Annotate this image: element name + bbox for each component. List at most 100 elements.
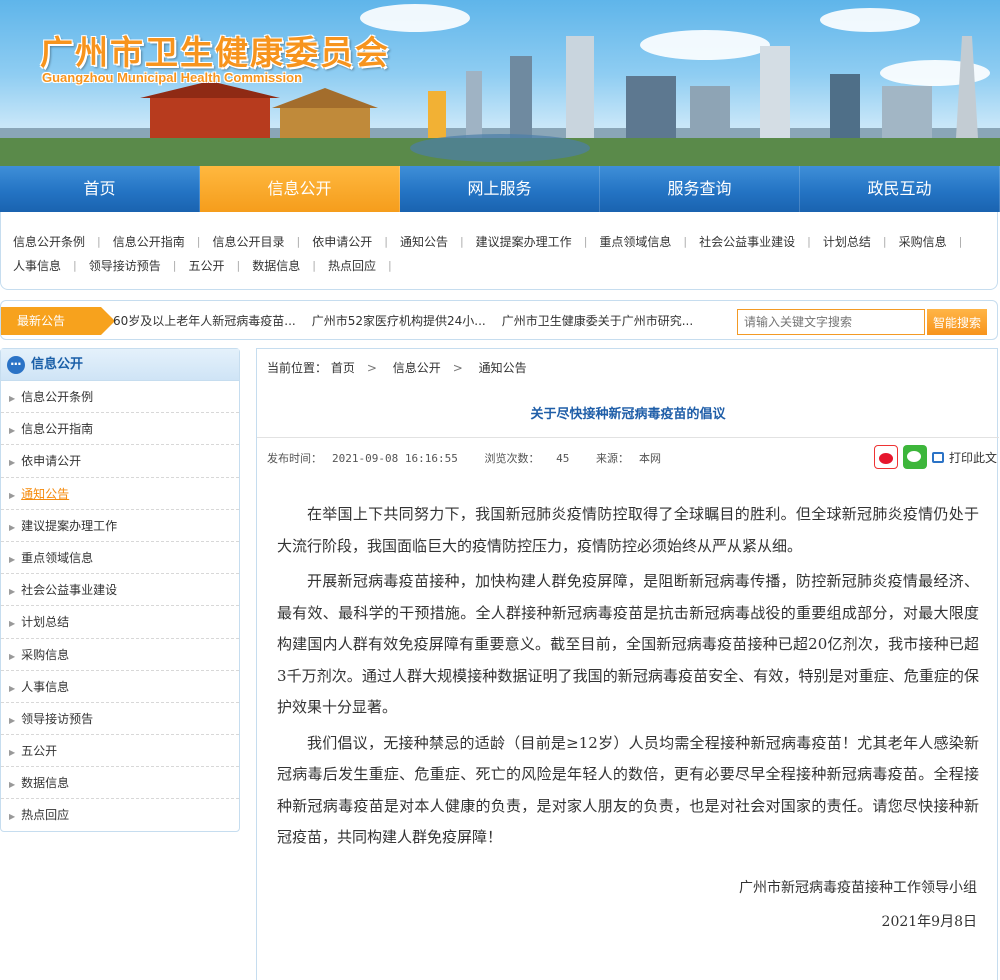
divider: | bbox=[73, 259, 77, 272]
sidebar-item-label: 采购信息 bbox=[21, 647, 70, 662]
wechat-share-icon[interactable] bbox=[902, 445, 927, 469]
notice-item[interactable]: 60岁及以上老年人新冠病毒疫苗... bbox=[113, 301, 296, 341]
printer-icon[interactable] bbox=[931, 451, 944, 463]
cloud bbox=[820, 8, 920, 32]
sub-link-guide[interactable]: 信息公开指南 bbox=[113, 230, 185, 254]
sidebar-item-label: 信息公开条例 bbox=[21, 390, 94, 404]
notice-item[interactable]: 广州市52家医疗机构提供24小... bbox=[312, 301, 486, 341]
nav-online-service[interactable]: 网上服务 bbox=[400, 166, 600, 212]
sub-link-proposals[interactable]: 建议提案办理工作 bbox=[476, 230, 572, 254]
sub-link-public-welfare[interactable]: 社会公益事业建设 bbox=[699, 230, 795, 254]
sidebar-item-regulations[interactable]: ▶ 信息公开条例 bbox=[1, 381, 239, 414]
sidebar-item-hot-topics[interactable]: ▶ 热点回应 bbox=[1, 799, 239, 831]
notice-item[interactable]: 广州市卫生健康委关于广州市研究... bbox=[502, 301, 693, 341]
sub-link-on-request[interactable]: 依申请公开 bbox=[312, 230, 372, 254]
divider: | bbox=[296, 235, 301, 248]
nav-home[interactable]: 首页 bbox=[0, 166, 200, 212]
sidebar-item-personnel[interactable]: ▶ 人事信息 bbox=[1, 671, 239, 703]
sub-link-personnel[interactable]: 人事信息 bbox=[13, 254, 61, 278]
share-tools: 打印此文 bbox=[873, 445, 997, 469]
source-label: 来源： bbox=[595, 452, 629, 465]
breadcrumb-home[interactable]: 首页 bbox=[331, 361, 355, 375]
sub-link-procurement[interactable]: 采购信息 bbox=[899, 230, 947, 254]
triangle-right-icon: ▶ bbox=[9, 780, 16, 790]
search-input[interactable] bbox=[737, 309, 925, 335]
sidebar-item-public-welfare[interactable]: ▶ 社会公益事业建设 bbox=[1, 574, 239, 607]
sub-link-catalog[interactable]: 信息公开目录 bbox=[212, 230, 284, 254]
triangle-right-icon: ▶ bbox=[9, 522, 16, 532]
sub-nav-links: 信息公开条例 | 信息公开指南 | 信息公开目录 | 依申请公开 | 通知公告 | 建议提… bbox=[0, 212, 998, 290]
triangle-right-icon: ▶ bbox=[9, 458, 16, 468]
breadcrumb-notices[interactable]: 通知公告 bbox=[479, 361, 527, 375]
sidebar-item-five-public[interactable]: ▶ 五公开 bbox=[1, 735, 239, 768]
chevron-right-icon: > bbox=[452, 361, 463, 375]
weibo-share-icon[interactable] bbox=[873, 445, 898, 469]
breadcrumb-prefix: 当前位置： bbox=[267, 361, 328, 375]
nav-interaction[interactable]: 政民互动 bbox=[800, 166, 1000, 212]
sub-link-five-public[interactable]: 五公开 bbox=[188, 254, 224, 278]
latest-notice-bar: 最新公告 60岁及以上老年人新冠病毒疫苗... 广州市52家医疗机构提供24小.… bbox=[0, 300, 998, 340]
article-paragraph: 我们倡议，无接种禁忌的适龄（目前是≥12岁）人员均需全程接种新冠病毒疫苗！尤其老… bbox=[277, 733, 979, 847]
divider: | bbox=[384, 235, 388, 248]
sidebar-item-label: 依申请公开 bbox=[21, 454, 82, 469]
sidebar-item-label: 五公开 bbox=[21, 744, 58, 759]
divider: | bbox=[459, 235, 464, 248]
sub-link-regulations[interactable]: 信息公开条例 bbox=[13, 230, 85, 254]
print-article-link[interactable]: 打印此文 bbox=[949, 449, 997, 466]
sub-link-notices[interactable]: 通知公告 bbox=[400, 230, 448, 254]
triangle-right-icon: ▶ bbox=[9, 812, 16, 822]
divider bbox=[257, 437, 999, 438]
divider: | bbox=[387, 259, 392, 272]
divider: | bbox=[807, 235, 811, 248]
article-signature: 广州市新冠病毒疫苗接种工作领导小组 2021年9月8日 bbox=[739, 871, 977, 939]
triangle-right-icon: ▶ bbox=[9, 490, 16, 500]
divider: | bbox=[958, 235, 963, 248]
sub-link-hot-topics[interactable]: 热点回应 bbox=[328, 254, 376, 278]
sidebar-item-leader-visits[interactable]: ▶ 领导接访预告 bbox=[1, 703, 239, 736]
divider: | bbox=[583, 235, 588, 248]
sidebar-item-label: 热点回应 bbox=[21, 808, 70, 823]
sidebar-item-procurement[interactable]: ▶ 采购信息 bbox=[1, 639, 239, 671]
nav-service-query[interactable]: 服务查询 bbox=[600, 166, 800, 212]
notice-ticker: 60岁及以上老年人新冠病毒疫苗... 广州市52家医疗机构提供24小... 广州… bbox=[113, 301, 693, 341]
triangle-right-icon: ▶ bbox=[9, 683, 16, 693]
sub-nav-row: 信息公开条例 | 信息公开指南 | 信息公开目录 | 依申请公开 | 通知公告 | 建议提… bbox=[13, 230, 987, 254]
sidebar-item-label: 通知公告 bbox=[21, 486, 70, 501]
sub-link-plans[interactable]: 计划总结 bbox=[823, 230, 871, 254]
triangle-right-icon: ▶ bbox=[9, 619, 16, 629]
sidebar-item-key-areas[interactable]: ▶ 重点领域信息 bbox=[1, 542, 239, 575]
article-paragraph: 在举国上下共同努力下，我国新冠肺炎疫情防控取得了全球瞩目的胜利。但全球新冠肺炎疫… bbox=[277, 505, 979, 555]
sub-link-leader-visits[interactable]: 领导接访预告 bbox=[89, 254, 161, 278]
sub-link-key-areas[interactable]: 重点领域信息 bbox=[599, 230, 671, 254]
latest-notice-tag: 最新公告 bbox=[1, 307, 115, 335]
sidebar-item-data[interactable]: ▶ 数据信息 bbox=[1, 767, 239, 800]
divider: | bbox=[172, 259, 177, 272]
sidebar-item-label: 数据信息 bbox=[21, 776, 70, 791]
triangle-right-icon: ▶ bbox=[9, 715, 16, 725]
sidebar-item-proposals[interactable]: ▶ 建议提案办理工作 bbox=[1, 510, 239, 542]
views-label: 浏览次数： bbox=[484, 452, 540, 465]
nav-info-disclosure[interactable]: 信息公开 bbox=[200, 166, 400, 212]
divider: | bbox=[196, 235, 201, 248]
sidebar-item-label: 信息公开指南 bbox=[21, 422, 94, 437]
triangle-right-icon: ▶ bbox=[9, 587, 16, 597]
smart-search-button[interactable]: 智能搜索 bbox=[927, 309, 987, 335]
sidebar: 信息公开 ▶ 信息公开条例 ▶ 信息公开指南 ▶ 依申请公开 ▶ 通知公告 ▶ 建议提案办… bbox=[0, 348, 240, 832]
sidebar-item-notices[interactable]: ▶ 通知公告 bbox=[1, 478, 239, 510]
sub-link-data[interactable]: 数据信息 bbox=[252, 254, 300, 278]
site-logo-subtitle: Guangzhou Municipal Health Commission bbox=[42, 70, 303, 85]
article-paragraph: 开展新冠病毒疫苗接种，加快构建人群免疫屏障，是阻断新冠病毒传播，防控新冠肺炎疫情… bbox=[277, 572, 979, 716]
sidebar-item-guide[interactable]: ▶ 信息公开指南 bbox=[1, 413, 239, 446]
sidebar-item-label: 社会公益事业建设 bbox=[21, 583, 118, 598]
divider: | bbox=[683, 235, 688, 248]
article-meta: 发布时间： 2021-09-08 16:16:55 浏览次数： 45 来源： 本网 bbox=[267, 447, 681, 471]
article-panel: 当前位置： 首页 > 信息公开 > 通知公告 关于尽快接种新冠病毒疫苗的倡议 发布时… bbox=[256, 348, 999, 980]
site-logo-title[interactable]: 广州市卫生健康委员会 bbox=[40, 26, 390, 74]
sidebar-item-on-request[interactable]: ▶ 依申请公开 bbox=[1, 445, 239, 478]
sidebar-item-plans[interactable]: ▶ 计划总结 bbox=[1, 606, 239, 639]
breadcrumb-info-disclosure[interactable]: 信息公开 bbox=[393, 361, 441, 375]
divider: | bbox=[236, 259, 241, 272]
main-nav: 首页 信息公开 网上服务 服务查询 政民互动 bbox=[0, 166, 1000, 212]
divider: | bbox=[312, 259, 316, 272]
signature-date: 2021年9月8日 bbox=[881, 914, 977, 930]
